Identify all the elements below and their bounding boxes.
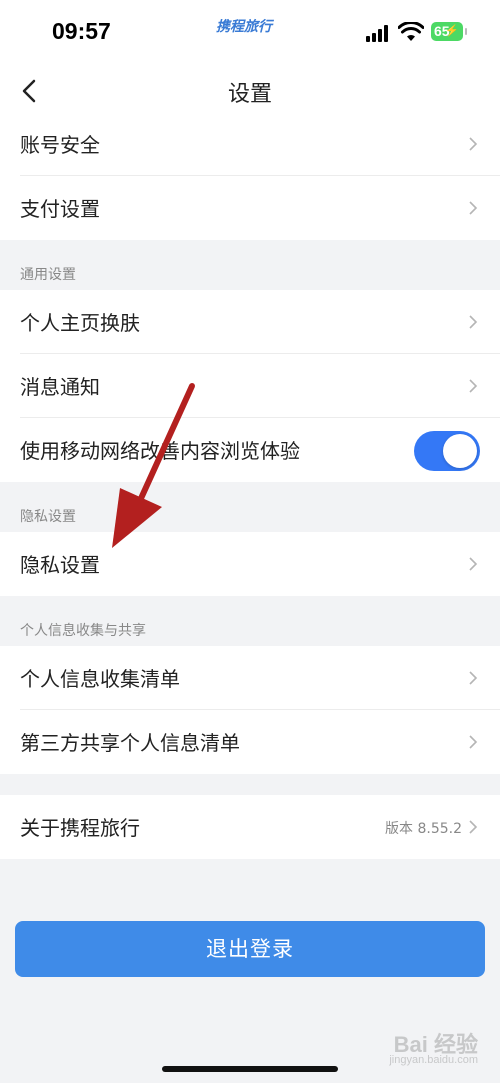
section-header-personal-info: 个人信息收集与共享 [20,623,146,639]
account-group: 账号安全 支付设置 [0,118,500,240]
row-label: 支付设置 [20,197,100,221]
chevron-right-icon [469,201,478,215]
row-label: 使用移动网络改善内容浏览体验 [20,439,300,463]
row-mobile-network: 使用移动网络改善内容浏览体验 [0,418,500,482]
status-time: 09:57 [52,18,111,44]
row-label: 第三方共享个人信息清单 [20,731,240,755]
row-notifications[interactable]: 消息通知 [0,354,500,418]
row-profile-skin[interactable]: 个人主页换肤 [0,290,500,354]
chevron-right-icon [469,315,478,329]
chevron-right-icon [469,137,478,151]
toggle-knob [443,434,477,468]
row-label: 个人信息收集清单 [20,667,180,691]
general-group: 个人主页换肤 消息通知 使用移动网络改善内容浏览体验 [0,290,500,482]
row-payment-settings[interactable]: 支付设置 [0,176,500,240]
privacy-group: 隐私设置 [0,532,500,596]
chevron-right-icon [469,735,478,749]
section-header-general: 通用设置 [20,267,76,283]
row-label: 隐私设置 [20,553,100,577]
row-personal-info-list[interactable]: 个人信息收集清单 [0,646,500,710]
row-label: 关于携程旅行 [20,816,140,840]
navigation-bar: 设置 [0,62,500,118]
logout-button[interactable]: 退出登录 [15,921,485,977]
status-bar: 09:57 携程旅行 65 ⚡ [0,0,500,62]
wifi-icon [398,22,424,41]
about-group: 关于携程旅行 版本 8.55.2 [0,795,500,859]
mobile-network-toggle[interactable] [414,431,480,471]
chevron-right-icon [469,671,478,685]
row-third-party-list[interactable]: 第三方共享个人信息清单 [0,710,500,774]
baidu-watermark-url: jingyan.baidu.com [389,1054,478,1066]
row-label: 消息通知 [20,375,100,399]
section-header-privacy: 隐私设置 [20,509,76,525]
row-account-security[interactable]: 账号安全 [0,112,500,176]
version-label: 版本 8.55.2 [385,821,462,837]
chevron-right-icon [469,557,478,571]
personal-info-group: 个人信息收集清单 第三方共享个人信息清单 [0,646,500,774]
home-indicator[interactable] [162,1066,338,1072]
battery-icon: 65 ⚡ [431,22,467,41]
row-label: 账号安全 [20,133,100,157]
cellular-signal-icon [366,24,390,42]
app-brand-logo: 携程旅行 [216,19,272,35]
page-title: 设置 [227,82,272,107]
chevron-right-icon [469,820,478,834]
row-label: 个人主页换肤 [20,311,140,335]
row-about[interactable]: 关于携程旅行 版本 8.55.2 [0,795,500,859]
row-privacy-settings[interactable]: 隐私设置 [0,532,500,596]
chevron-right-icon [469,379,478,393]
charging-icon: ⚡ [445,25,459,37]
